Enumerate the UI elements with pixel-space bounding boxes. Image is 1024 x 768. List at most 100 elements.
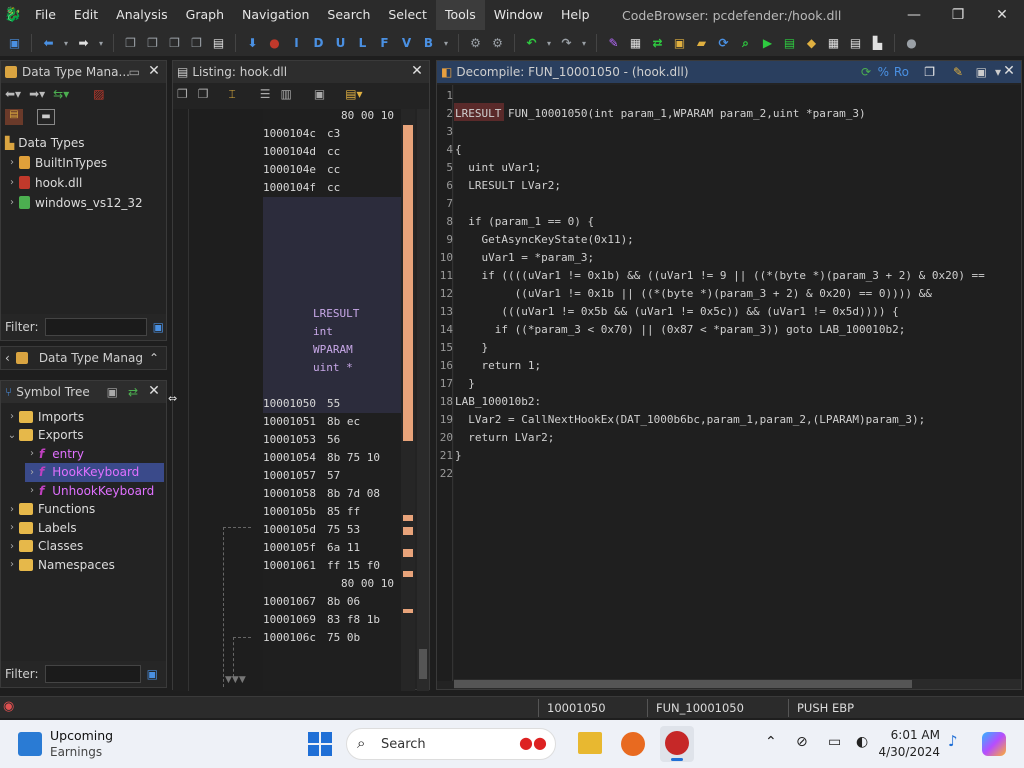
listing-line[interactable]: 10001067 8b 06 — [263, 593, 360, 611]
listing-scrollbar[interactable] — [417, 109, 429, 691]
file-explorer-icon[interactable] — [578, 732, 602, 754]
help-icon[interactable]: ● — [903, 35, 920, 52]
tree-root-data-types[interactable]: ▙ Data Types — [5, 133, 85, 152]
undo-icon[interactable]: ↶ — [523, 35, 540, 52]
edit-icon[interactable]: ✎ — [953, 65, 963, 79]
network-icon[interactable]: ⊘ — [796, 734, 808, 750]
menu-file[interactable]: File — [26, 0, 65, 30]
refresh-icon[interactable]: ⟳ — [715, 35, 732, 52]
symbol-tree-item[interactable]: › f UnhookKeyboard — [25, 481, 154, 500]
datatype-archive-item[interactable]: › BuiltInTypes — [5, 153, 107, 172]
overview-bar[interactable] — [401, 109, 415, 691]
dropdown-icon[interactable]: ▾ — [97, 35, 105, 52]
code-line[interactable]: uVar1 = *param_3; — [455, 249, 594, 267]
st-filter-input[interactable] — [44, 665, 141, 683]
datatype-archive-item[interactable]: › windows_vs12_32 — [5, 193, 143, 212]
back-arrow-icon[interactable]: ⬅▾ — [5, 87, 21, 101]
back-arrow-icon[interactable]: ⬅ — [40, 35, 57, 52]
format-icon[interactable]: ▤▾ — [345, 87, 362, 102]
symbol-tree-item[interactable]: › Functions — [5, 500, 95, 519]
minimize-button[interactable]: — — [892, 0, 936, 30]
chevron-right-icon[interactable]: › — [5, 197, 19, 208]
chevron-left-icon[interactable]: ‹ — [5, 351, 10, 365]
chevron-right-icon[interactable]: › — [5, 522, 19, 533]
symbol-tree-item[interactable]: › Imports — [5, 407, 84, 426]
code-line[interactable]: { — [455, 141, 462, 159]
menu-select[interactable]: Select — [379, 0, 436, 30]
code-line[interactable]: ((uVar1 != 0x1b || ((*(byte *)(param_3 +… — [455, 285, 932, 303]
forward-arrow-icon[interactable]: ➡▾ — [29, 87, 45, 101]
dt-filter-input[interactable] — [44, 318, 147, 336]
listing-line[interactable]: 1000105d 75 53 — [263, 521, 360, 539]
chevron-up-icon[interactable]: ⌃ — [765, 734, 777, 750]
notification-bell-icon[interactable]: ♪ — [948, 732, 958, 750]
copy-icon[interactable]: ❐ — [122, 35, 139, 52]
listing-line[interactable]: 10001061 ff 15 f0 — [263, 557, 380, 575]
listing-line[interactable]: 10001051 8b ec — [263, 413, 360, 431]
listing-line[interactable]: 10001053 56 — [263, 431, 340, 449]
copilot-icon[interactable] — [982, 732, 1006, 756]
listing-line[interactable]: 1000104f cc — [263, 179, 340, 197]
chevron-up-icon[interactable]: ⌃ — [149, 351, 159, 365]
paste-icon[interactable]: ❐ — [144, 35, 161, 52]
save-icon[interactable]: ▣ — [6, 35, 23, 52]
filter-options-icon[interactable]: ▣ — [153, 320, 164, 334]
instruction-button[interactable]: I — [288, 35, 305, 52]
sync-icon[interactable]: ⇆▾ — [53, 87, 69, 101]
listing-line[interactable]: 1000104d cc — [263, 143, 340, 161]
listing-line[interactable]: 10001058 8b 7d 08 — [263, 485, 380, 503]
copy-special-icon[interactable]: ❐ — [166, 35, 183, 52]
tool-icon[interactable]: ⚙ — [489, 35, 506, 52]
code-line[interactable]: } — [455, 339, 488, 357]
data-button[interactable]: D — [310, 35, 327, 52]
field-edit-icon[interactable]: ☰ — [260, 87, 271, 102]
code-line[interactable]: LRESULT FUN_10001050(int param_1,WPARAM … — [455, 105, 866, 123]
code-line[interactable]: LVar2 = CallNextHookEx(DAT_1000b6bc,para… — [455, 411, 925, 429]
chevron-right-icon[interactable]: › — [5, 157, 19, 168]
volume-icon[interactable]: ◐ — [856, 734, 868, 750]
code-line[interactable]: (((uVar1 != 0x5b && (uVar1 != 0x5c)) && … — [455, 303, 898, 321]
menu-window[interactable]: Window — [485, 0, 552, 30]
widget-title[interactable]: Upcoming — [50, 728, 113, 743]
paste-icon[interactable]: ❐ — [198, 87, 209, 102]
chevron-right-icon[interactable]: › — [25, 448, 39, 459]
cursor-text-icon[interactable]: ⌶ — [229, 87, 236, 102]
listing-line[interactable]: 10001050 55 — [263, 395, 340, 413]
listing-line[interactable]: 10001069 83 f8 1b — [263, 611, 380, 629]
diamond-icon[interactable]: ◆ — [803, 35, 820, 52]
listing-line[interactable]: 80 00 10 — [263, 575, 394, 593]
redo-icon[interactable]: ↷ — [558, 35, 575, 52]
grid-icon[interactable]: ▦ — [825, 35, 842, 52]
undefined-button[interactable]: U — [332, 35, 349, 52]
decompile-icon[interactable]: ▣ — [671, 35, 688, 52]
tree-icon[interactable]: ▙ — [869, 35, 886, 52]
patch-icon[interactable]: ▦ — [627, 35, 644, 52]
rename-variable-icon[interactable]: % — [878, 65, 889, 79]
code-line[interactable]: uint uVar1; — [455, 159, 541, 177]
symbol-tree-item[interactable]: › Namespaces — [5, 555, 115, 574]
menu-icon[interactable]: ▭ — [129, 65, 140, 79]
symbol-tree-item[interactable]: ⌄ Exports — [5, 426, 84, 445]
collapse-icon[interactable]: ▬ — [37, 109, 55, 125]
bookmark-button[interactable]: B — [420, 35, 437, 52]
terminal-icon[interactable]: ▤ — [781, 35, 798, 52]
stop-icon[interactable]: ● — [266, 35, 283, 52]
datatype-archive-item[interactable]: › hook.dll — [5, 173, 82, 192]
dropdown-icon[interactable]: ▾ — [442, 35, 450, 52]
listing-line[interactable]: 1000105b 85 ff — [263, 503, 360, 521]
stocks-widget-icon[interactable] — [18, 732, 42, 756]
dropdown-icon[interactable]: ▾ — [580, 35, 588, 52]
clock-date[interactable]: 4/30/2024 — [872, 745, 940, 759]
chevron-right-icon[interactable]: › — [25, 485, 39, 496]
display-icon[interactable]: ▭ — [828, 734, 841, 750]
chevron-right-icon[interactable]: › — [5, 504, 19, 515]
value-button[interactable]: V — [398, 35, 415, 52]
menu-analysis[interactable]: Analysis — [107, 0, 177, 30]
archive-icon[interactable]: ▤ — [5, 109, 23, 125]
chevron-right-icon[interactable]: › — [25, 467, 39, 478]
readonly-icon[interactable]: Ro — [894, 65, 909, 79]
copy-icon[interactable]: ❐ — [177, 87, 188, 102]
menu-edit[interactable]: Edit — [65, 0, 107, 30]
create-namespace-icon[interactable]: ▣ — [107, 385, 118, 399]
widget-subtitle[interactable]: Earnings — [50, 745, 102, 759]
